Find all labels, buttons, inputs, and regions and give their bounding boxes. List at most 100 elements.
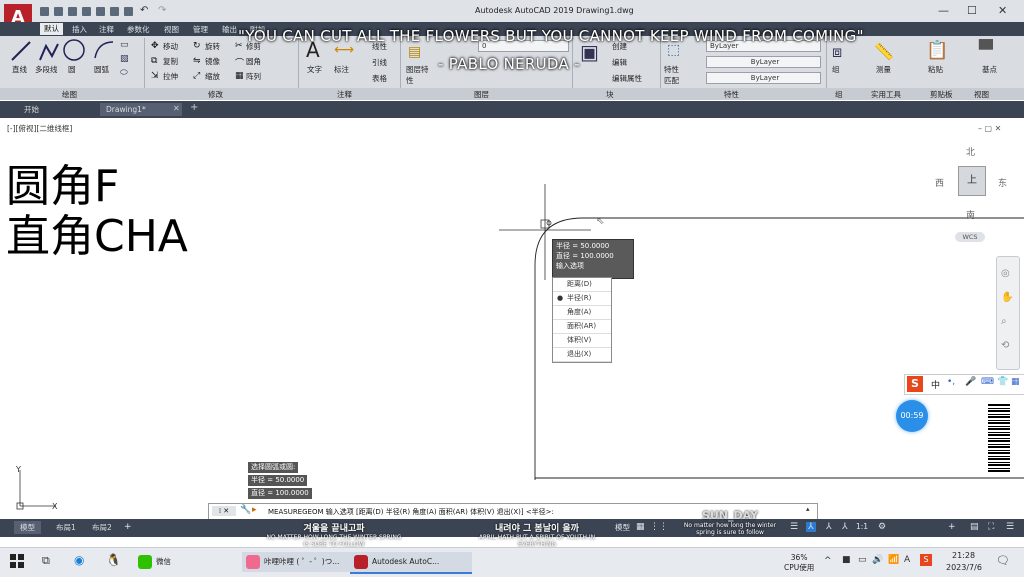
- taskbar-bilibili[interactable]: 咔哩咔哩 ( ゜- ゜)つ...: [242, 552, 364, 572]
- microphone-icon[interactable]: 🎤: [965, 377, 976, 387]
- rectangle-icon[interactable]: ▭: [120, 40, 129, 50]
- ime-indicator-icon[interactable]: A: [904, 555, 910, 565]
- skin-icon[interactable]: 👕: [997, 377, 1008, 387]
- viewcube-north[interactable]: 北: [966, 145, 975, 158]
- panel-title-annotation[interactable]: 注释: [337, 89, 352, 100]
- edit-attributes-button[interactable]: 编辑属性: [612, 73, 642, 84]
- command-prompt-text[interactable]: MEASUREGEOM 输入选项 [距离(D) 半径(R) 角度(A) 面积(A…: [268, 507, 554, 517]
- status-menu-icon[interactable]: ☰: [1006, 522, 1014, 532]
- zoom-icon[interactable]: ⌕: [1001, 316, 1007, 327]
- measure-icon[interactable]: 📏: [874, 42, 894, 61]
- minimize-button[interactable]: —: [938, 4, 949, 17]
- grid-icon[interactable]: ▦: [636, 522, 645, 532]
- paste-icon[interactable]: 📋: [926, 40, 948, 61]
- line-label[interactable]: 直线: [12, 64, 27, 75]
- orbit-icon[interactable]: ⟲: [1001, 340, 1009, 351]
- keyboard-icon[interactable]: ⌨: [981, 377, 994, 387]
- taskbar-wechat[interactable]: 微信: [134, 552, 236, 572]
- option-area[interactable]: 面积(AR): [553, 320, 611, 334]
- arc-label[interactable]: 圆弧: [94, 64, 109, 75]
- taskbar-autocad[interactable]: Autodesk AutoC...: [350, 552, 472, 574]
- tab-view[interactable]: 视图: [164, 24, 179, 35]
- annotation-scale-value[interactable]: 1:1: [856, 522, 868, 531]
- scale-icon[interactable]: ⤢: [193, 71, 200, 81]
- edit-block-button[interactable]: 编辑: [612, 57, 627, 68]
- tray-expand-icon[interactable]: ^: [824, 556, 832, 566]
- group-icon[interactable]: ⧈: [832, 42, 842, 62]
- new-tab-icon[interactable]: +: [190, 102, 198, 113]
- model-space-toggle[interactable]: 模型: [615, 522, 630, 533]
- tab-output[interactable]: 输出: [222, 24, 237, 35]
- windows-start-icon[interactable]: [10, 554, 24, 568]
- stretch-button[interactable]: 拉伸: [163, 71, 178, 82]
- polyline-icon[interactable]: [38, 40, 60, 62]
- redo-icon[interactable]: ↷: [158, 5, 166, 16]
- punctuation-icon[interactable]: •,: [947, 377, 955, 387]
- snap-icon[interactable]: ⋮⋮: [650, 522, 668, 532]
- steering-wheel-icon[interactable]: ◎: [1001, 268, 1010, 279]
- dimension-button[interactable]: 标注: [334, 64, 349, 75]
- option-distance[interactable]: 距离(D): [553, 278, 611, 292]
- option-radius[interactable]: ● 半径(R): [553, 292, 611, 306]
- zoom-plus-icon[interactable]: +: [948, 522, 956, 532]
- wifi-icon[interactable]: 📶: [888, 555, 899, 565]
- maximize-button[interactable]: ☐: [967, 4, 977, 17]
- panel-title-utilities[interactable]: 实用工具: [871, 89, 901, 100]
- tab-model[interactable]: 模型: [14, 521, 41, 534]
- sogou-ime-icon[interactable]: S: [907, 376, 923, 392]
- share-icon[interactable]: [124, 7, 133, 16]
- move-icon[interactable]: ✥: [151, 41, 159, 51]
- edge-browser-icon[interactable]: ◉: [74, 553, 84, 567]
- mirror-button[interactable]: 镜像: [205, 56, 220, 67]
- viewport-window-controls[interactable]: – ▢ ✕: [978, 124, 1001, 133]
- toolbox-icon[interactable]: ▦: [1011, 377, 1020, 387]
- pan-icon[interactable]: ✋: [1001, 292, 1013, 303]
- isolate-icon[interactable]: ▤: [970, 522, 979, 532]
- scale-button[interactable]: 缩放: [205, 71, 220, 82]
- tab-drawing1[interactable]: Drawing1*: [100, 103, 182, 116]
- customize-icon[interactable]: 🔧: [240, 505, 251, 515]
- open-file-icon[interactable]: [54, 7, 63, 16]
- panel-title-layers[interactable]: 图层: [474, 89, 489, 100]
- panel-title-view[interactable]: 视图: [974, 89, 989, 100]
- circle-icon[interactable]: [62, 38, 86, 62]
- customization-icon[interactable]: ☰: [790, 522, 798, 532]
- auto-scale-icon[interactable]: ⅄: [826, 522, 832, 532]
- volume-icon[interactable]: 🔊: [872, 555, 883, 565]
- base-point-icon[interactable]: ▀: [979, 40, 993, 61]
- network-icon[interactable]: ▭: [858, 555, 867, 565]
- annotation-visibility-icon[interactable]: ⅄: [806, 522, 816, 532]
- recording-timer[interactable]: 00:59: [896, 400, 928, 432]
- match-properties-button[interactable]: 特性匹配: [664, 64, 686, 86]
- lineweight-dropdown[interactable]: ByLayer: [706, 72, 821, 84]
- base-view-button[interactable]: 基点: [982, 64, 997, 75]
- viewport-controls[interactable]: [-][俯视][二维线框]: [7, 123, 72, 134]
- layer-properties-button[interactable]: 图层特性: [406, 64, 430, 86]
- option-angle[interactable]: 角度(A): [553, 306, 611, 320]
- tab-layout2[interactable]: 布局2: [86, 521, 118, 534]
- leader-button[interactable]: 引线: [372, 57, 387, 68]
- panel-title-modify[interactable]: 修改: [208, 89, 223, 100]
- option-volume[interactable]: 体积(V): [553, 334, 611, 348]
- add-layout-icon[interactable]: +: [124, 522, 132, 532]
- tab-parametric[interactable]: 参数化: [127, 24, 150, 35]
- tab-start[interactable]: 开始: [18, 103, 45, 116]
- paste-button[interactable]: 粘贴: [928, 64, 943, 75]
- panel-title-draw[interactable]: 绘图: [62, 89, 77, 100]
- viewcube-east[interactable]: 东: [998, 176, 1007, 189]
- rotate-icon[interactable]: ↻: [193, 41, 201, 51]
- fullscreen-icon[interactable]: ⛶: [988, 522, 994, 532]
- text-button[interactable]: 文字: [307, 64, 322, 75]
- close-tab-icon[interactable]: ✕: [173, 104, 180, 113]
- tab-annotate[interactable]: 注释: [99, 24, 114, 35]
- ime-chinese-mode[interactable]: 中: [931, 378, 940, 391]
- tab-default[interactable]: 默认: [40, 23, 63, 35]
- panel-title-properties[interactable]: 特性: [724, 89, 739, 100]
- panel-title-groups[interactable]: 组: [835, 89, 843, 100]
- workspace-gear-icon[interactable]: ⚙: [878, 522, 886, 532]
- viewcube-south[interactable]: 南: [966, 208, 975, 221]
- tab-manage[interactable]: 管理: [193, 24, 208, 35]
- notification-icon[interactable]: 🗨: [996, 554, 1010, 567]
- polyline-label[interactable]: 多段线: [35, 64, 58, 75]
- undo-icon[interactable]: ↶: [140, 5, 148, 16]
